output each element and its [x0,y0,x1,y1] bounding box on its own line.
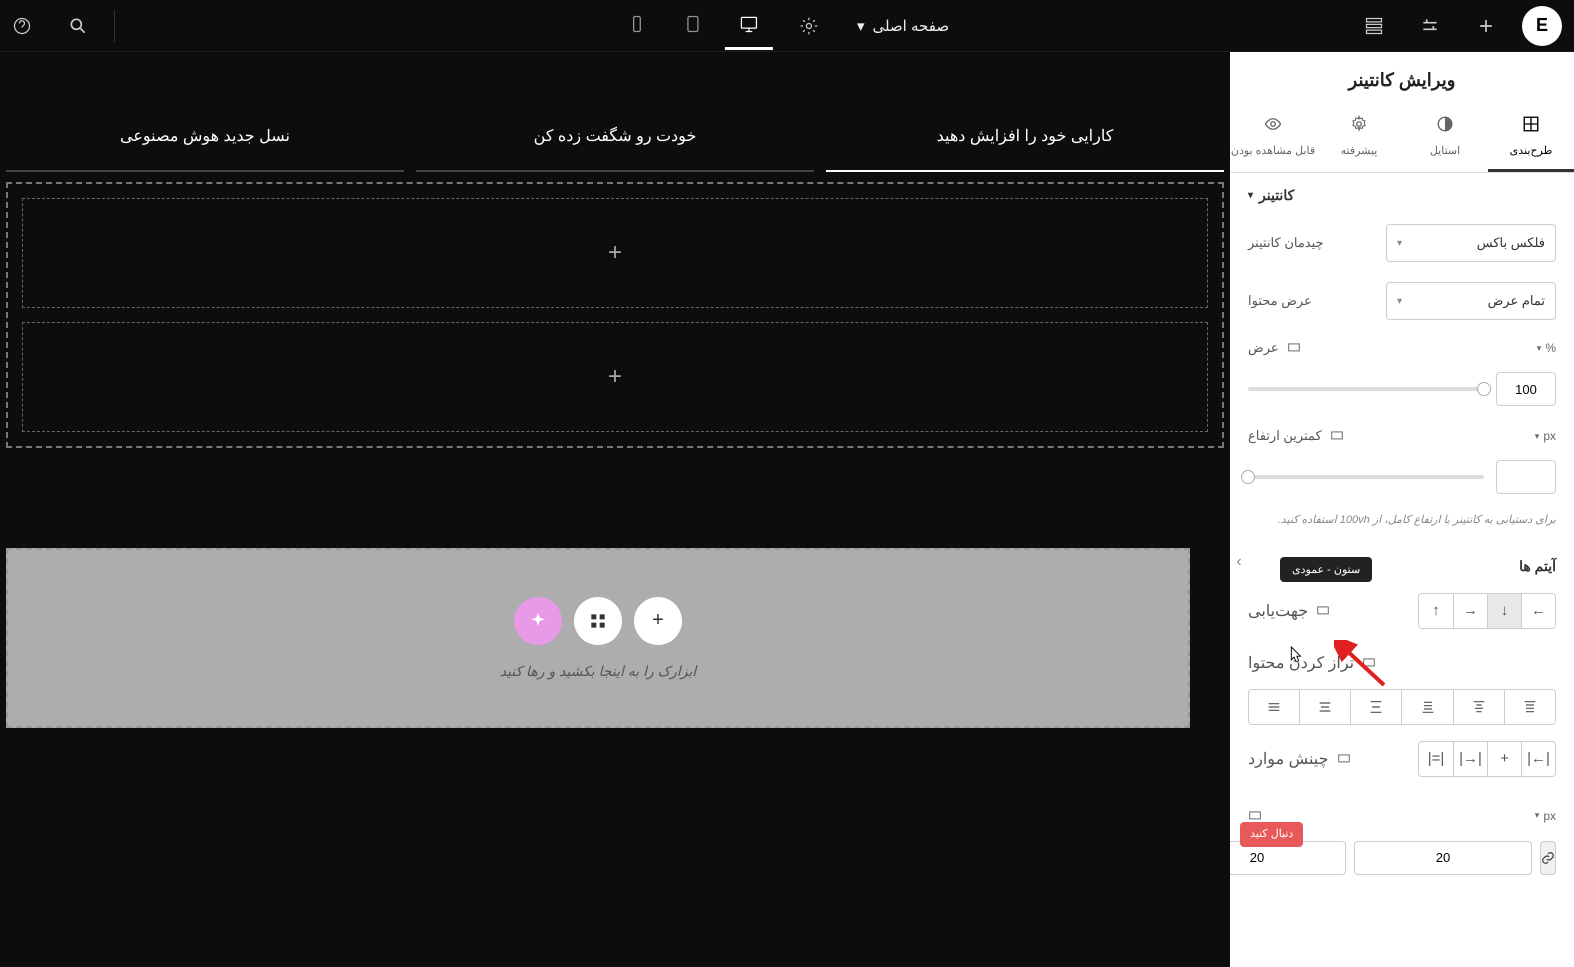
justify-start-button[interactable] [1504,690,1555,724]
device-tablet-button[interactable] [669,2,717,50]
container-layout-select[interactable]: فلکس باکس [1386,224,1556,262]
layout-icon [1522,115,1540,138]
align-items-buttons: |←| + |→| |=| [1418,741,1556,777]
direction-buttons: ← ↓ → ↑ [1418,593,1556,629]
gap-link-button[interactable] [1540,841,1556,875]
page-settings-icon[interactable] [789,6,829,46]
slider-thumb[interactable] [1477,382,1491,396]
direction-label: جهت‌یابی [1248,601,1330,621]
tab-style-label: استایل [1430,144,1460,157]
align-center-button[interactable]: + [1487,742,1521,776]
responsive-icon [1248,809,1262,823]
direction-row-reverse-button[interactable]: → [1453,594,1487,628]
panel-title: ویرایش کانتینر [1230,52,1574,105]
template-library-button[interactable] [574,597,622,645]
divider [114,10,115,42]
justify-around-button[interactable] [1299,690,1350,724]
elementor-logo[interactable]: E [1522,6,1562,46]
editor-canvas: کارایی خود را افزایش دهید خودت رو شگفت ز… [0,52,1230,967]
gap-label [1248,809,1262,823]
tab-layout[interactable]: طرح‌بندی [1488,105,1574,172]
responsive-icon [1330,429,1344,443]
minheight-unit-select[interactable]: px [1535,429,1556,443]
tab-layout-label: طرح‌بندی [1510,144,1553,157]
direction-column-reverse-button[interactable]: ↑ [1419,594,1453,628]
justify-end-button[interactable] [1401,690,1452,724]
justify-center-button[interactable] [1453,690,1504,724]
gear-icon [1350,115,1368,138]
slider-thumb[interactable] [1241,470,1255,484]
justify-evenly-button[interactable] [1249,690,1299,724]
panel-collapse-button[interactable]: › [1230,542,1249,582]
page-selector[interactable]: صفحه اصلی ▾ [845,17,961,35]
align-end-button[interactable]: |→| [1453,742,1487,776]
tab-style[interactable]: استایل [1402,105,1488,172]
align-start-button[interactable]: |←| [1521,742,1555,776]
device-desktop-button[interactable] [725,2,773,50]
tab-item-3[interactable]: نسل جدید هوش مصنوعی [6,102,404,172]
width-input[interactable] [1496,372,1556,406]
add-widget-icon[interactable]: + [608,239,622,267]
minheight-hint: برای دستیابی به کانتینر با ارتفاع کامل، … [1230,506,1574,544]
section-container-toggle[interactable]: کانتینر [1230,173,1574,214]
style-icon [1436,115,1454,138]
responsive-icon [1287,341,1301,355]
minheight-input[interactable] [1496,460,1556,494]
content-width-select[interactable]: تمام عرض [1386,282,1556,320]
responsive-icon [1316,604,1330,618]
add-widget-icon[interactable] [1466,6,1506,46]
align-stretch-button[interactable]: |=| [1419,742,1453,776]
container-layout-label: چیدمان کانتینر [1248,235,1324,251]
gap-unit-select[interactable]: px [1535,809,1556,823]
drop-text: ابزارک را به اینجا بکشید و رها کنید [500,663,697,680]
responsive-icon [1337,752,1351,766]
chevron-down-icon: ▾ [857,17,865,35]
width-unit-select[interactable]: % [1537,341,1556,355]
tabs-widget: کارایی خود را افزایش دهید خودت رو شگفت ز… [0,102,1230,172]
tab-visibility-label: قابل مشاهده بودن [1231,144,1315,157]
tab-visibility[interactable]: قابل مشاهده بودن [1230,105,1316,172]
watermark-badge: دنبال کنید [1240,822,1303,847]
minheight-slider[interactable] [1248,475,1484,479]
drop-zone[interactable]: + ابزارک را به اینجا بکشید و رها کنید [6,548,1190,728]
tab-advanced-label: پیشرفته [1341,144,1378,157]
inner-container-2[interactable]: + [22,322,1208,432]
tab-item-2[interactable]: خودت رو شگفت زده کن [416,102,814,172]
annotation-arrow [1334,640,1394,690]
width-label: عرض [1248,340,1301,356]
structure-icon[interactable] [1354,6,1394,46]
editor-panel: ویرایش کانتینر طرح‌بندی استایل پیشرفته ق… [1230,52,1574,967]
add-widget-icon[interactable]: + [608,363,622,391]
gap-column-input[interactable] [1354,841,1532,875]
content-width-label: عرض محتوا [1248,293,1312,309]
device-mobile-button[interactable] [613,2,661,50]
direction-tooltip: ستون - عمودی [1280,557,1372,582]
justify-between-button[interactable] [1350,690,1401,724]
inner-container-1[interactable]: + [22,198,1208,308]
search-icon[interactable] [58,6,98,46]
site-settings-icon[interactable] [1410,6,1450,46]
align-items-label: چینش موارد [1248,749,1351,769]
add-section-button[interactable]: + [634,597,682,645]
page-title: صفحه اصلی [872,17,949,35]
direction-column-button[interactable]: ↓ [1487,594,1521,628]
justify-buttons [1248,689,1556,725]
help-icon[interactable] [2,6,42,46]
direction-row-button[interactable]: ← [1521,594,1555,628]
minheight-label: کمترین ارتفاع [1248,428,1344,444]
tab-advanced[interactable]: پیشرفته [1316,105,1402,172]
tab-item-1[interactable]: کارایی خود را افزایش دهید [826,102,1224,172]
width-slider[interactable] [1248,387,1484,391]
eye-icon [1264,115,1282,138]
selected-container[interactable]: + + [6,182,1224,448]
ai-button[interactable] [514,597,562,645]
